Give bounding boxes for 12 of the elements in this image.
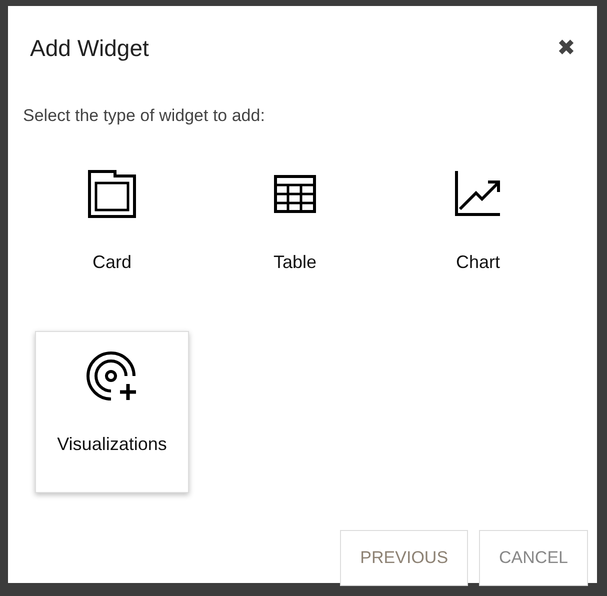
cancel-button[interactable]: CANCEL	[479, 530, 588, 586]
widget-tile[interactable]: Table	[218, 149, 372, 311]
widget-tile[interactable]: Visualizations	[35, 331, 189, 493]
prompt-text: Select the type of widget to add:	[23, 106, 266, 126]
widget-tile[interactable]: Chart	[401, 149, 555, 311]
dialog-title: Add Widget	[30, 34, 149, 62]
line-chart-icon	[455, 171, 501, 217]
folder-icon	[88, 170, 136, 218]
previous-button[interactable]: PREVIOUS	[340, 530, 468, 586]
widget-tile[interactable]: Card	[35, 149, 189, 311]
radar-plus-icon	[86, 351, 138, 401]
table-icon	[274, 175, 316, 213]
